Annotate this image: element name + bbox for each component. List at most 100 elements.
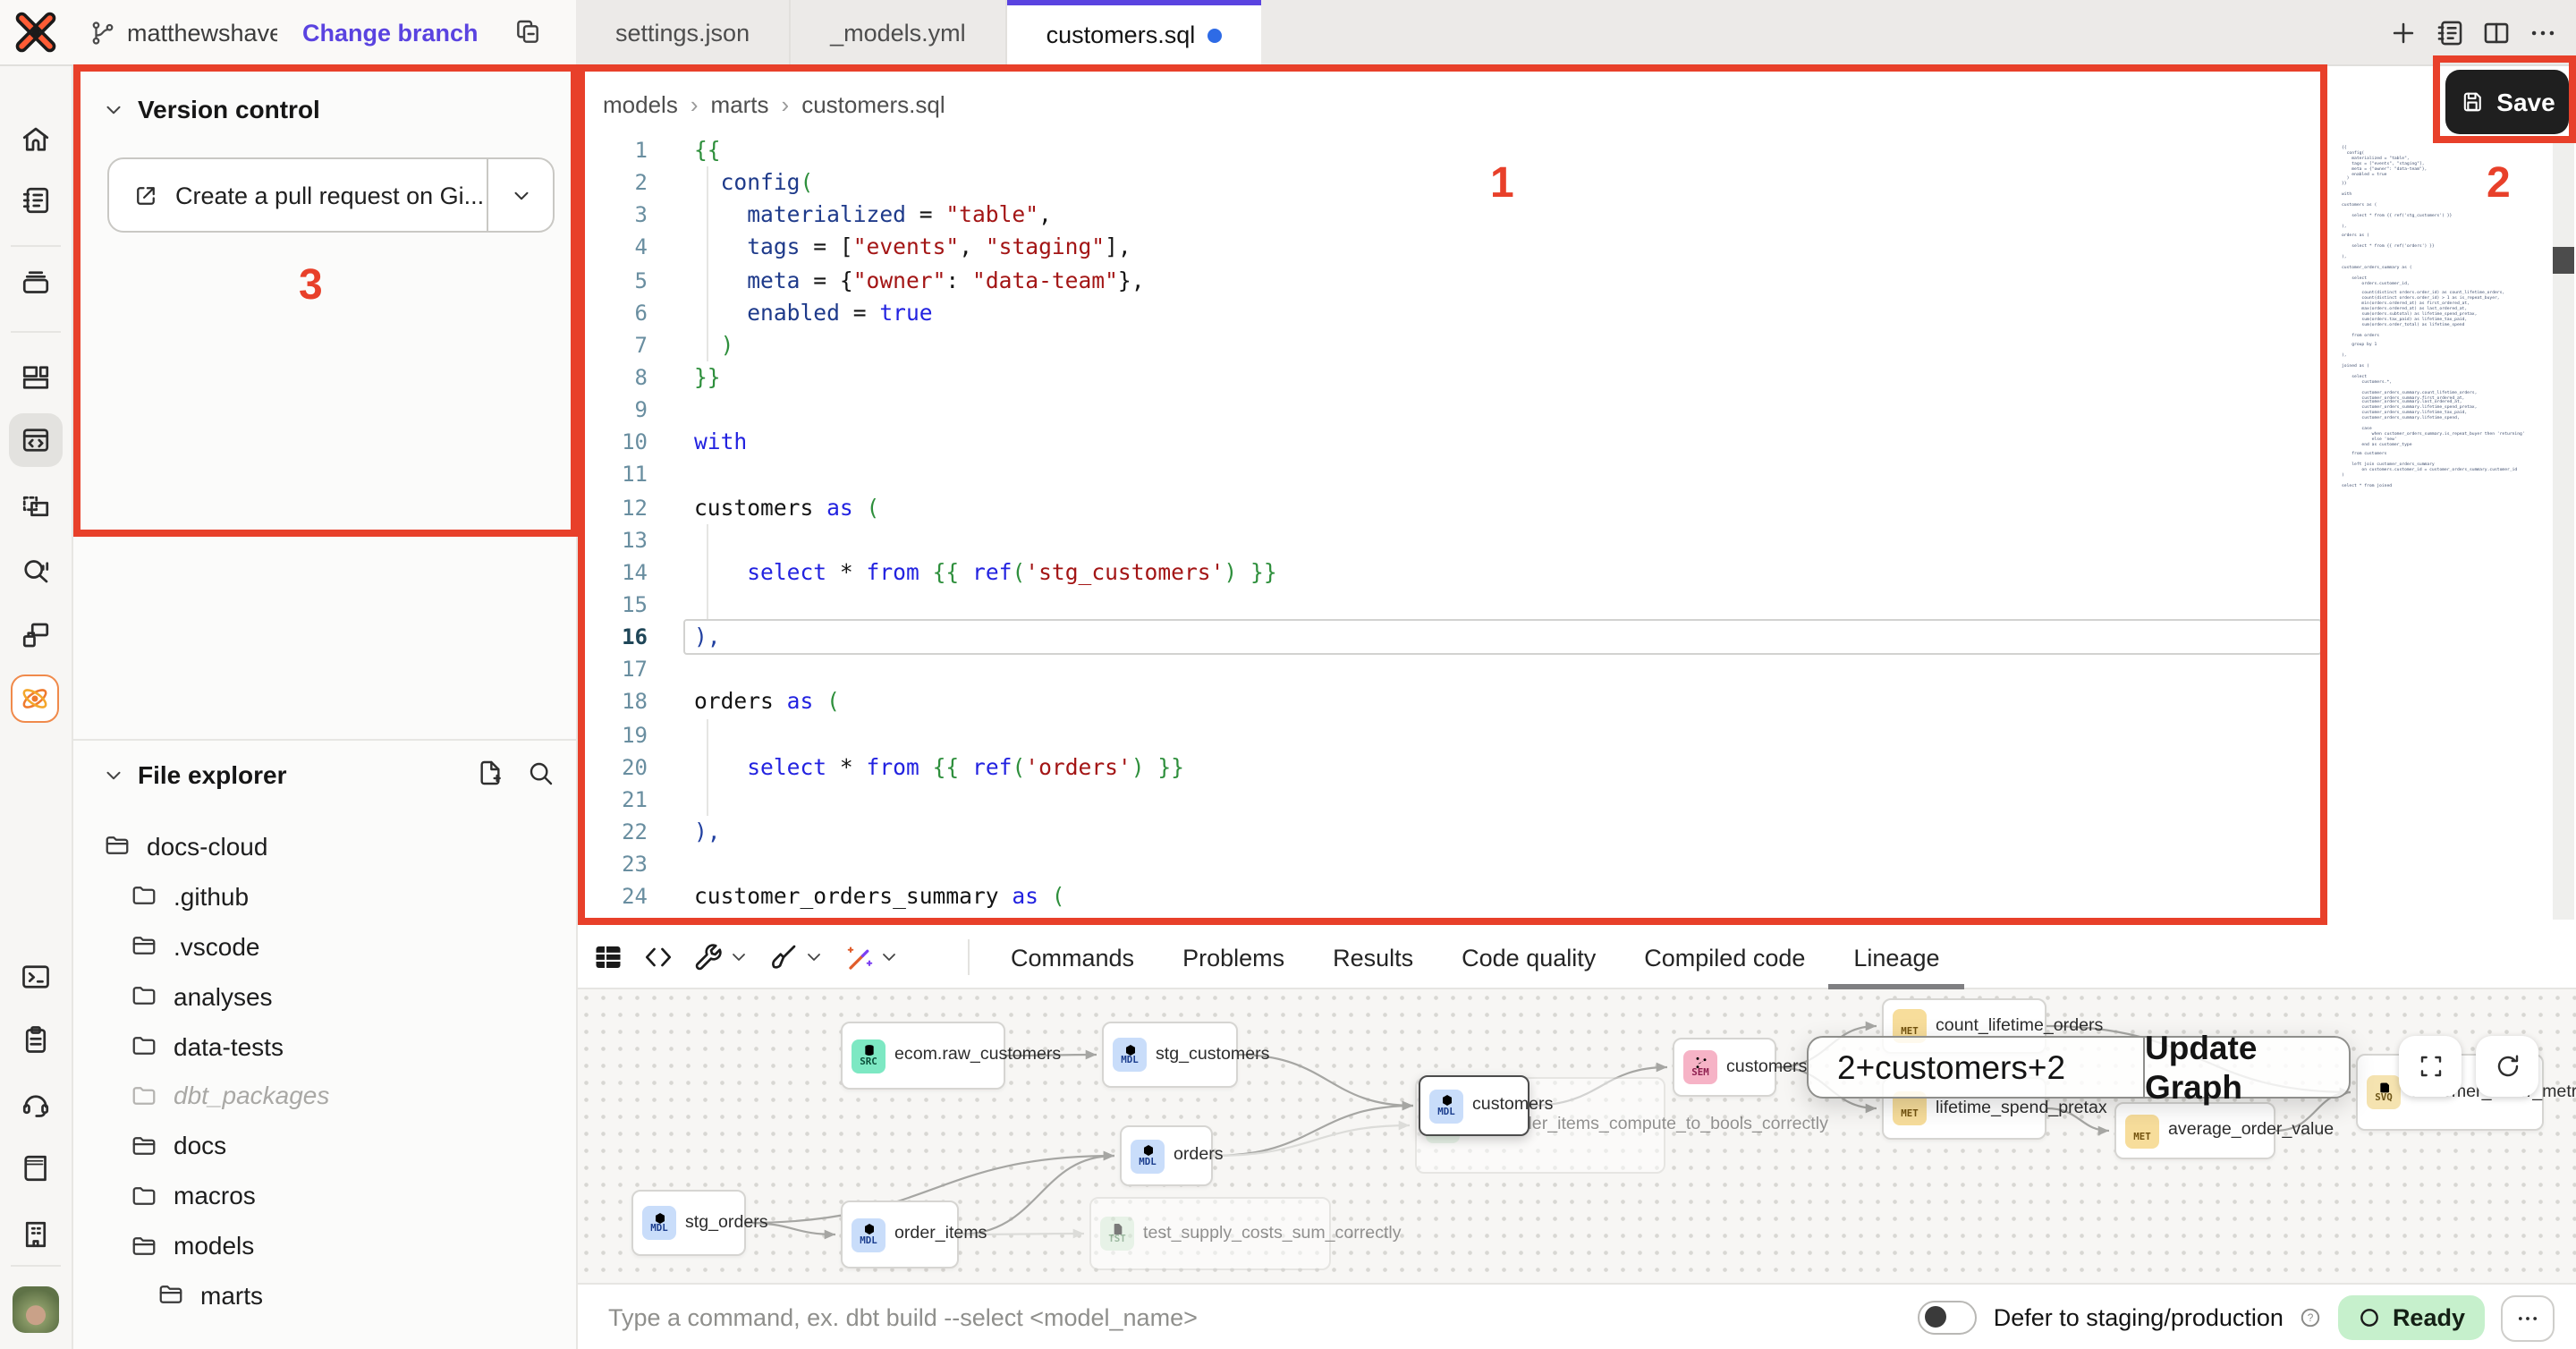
user-avatar[interactable] <box>13 1286 59 1333</box>
dbt-copilot-button[interactable] <box>11 674 59 723</box>
file-item-.github[interactable]: .github <box>72 871 578 921</box>
copilot-tool[interactable] <box>843 941 900 973</box>
code-line-3[interactable]: 3 materialized = "table", <box>601 199 2318 232</box>
file-item-marts[interactable]: marts <box>72 1270 578 1320</box>
more-icon[interactable] <box>2528 17 2558 47</box>
new-tab-icon[interactable] <box>2388 17 2419 47</box>
lineage-canvas[interactable]: SRCecom.raw_customers MDLstg_customers MDL… <box>578 989 2576 1283</box>
lineage-node-ecom.raw_customers[interactable]: SRCecom.raw_customers <box>841 1022 1005 1090</box>
lineage-node-customers[interactable]: SEMcustomers <box>1673 1038 1776 1097</box>
status-badge[interactable]: Ready <box>2339 1295 2485 1340</box>
lineage-node-stg_customers[interactable]: MDLstg_customers <box>1102 1022 1238 1088</box>
preview-table-icon[interactable] <box>592 941 624 973</box>
organization-icon[interactable] <box>20 1218 52 1251</box>
clipboard-icon[interactable] <box>20 1023 52 1056</box>
broom-icon[interactable] <box>767 941 800 973</box>
stack-icon[interactable] <box>20 267 52 299</box>
code-line-22[interactable]: 22), <box>601 816 2318 848</box>
code-line-4[interactable]: 4 tags = ["events", "staging"], <box>601 232 2318 264</box>
tab--models-yml[interactable]: _models.yml <box>791 0 1007 64</box>
chevron-down-icon[interactable] <box>728 946 750 968</box>
breadcrumb-item[interactable]: models <box>603 91 678 118</box>
file-item-dbt_packages[interactable]: dbt_packages <box>72 1071 578 1121</box>
file-explorer-header[interactable]: File explorer <box>102 760 287 789</box>
magic-wand-icon[interactable] <box>843 941 875 973</box>
minimap[interactable]: {{ config( materialized = "table", tags … <box>2342 147 2481 490</box>
file-item-analyses[interactable]: analyses <box>72 971 578 1021</box>
more-options-button[interactable] <box>2501 1294 2555 1341</box>
windows-icon[interactable] <box>20 619 52 651</box>
terminal-icon[interactable] <box>20 961 52 993</box>
code-icon[interactable] <box>642 941 674 973</box>
editor-scrollbar[interactable] <box>2553 141 2574 920</box>
panel-tab-results[interactable]: Results <box>1333 925 1413 989</box>
code-line-11[interactable]: 11 <box>601 459 2318 491</box>
code-line-9[interactable]: 9 <box>601 394 2318 426</box>
tab-settings-json[interactable]: settings.json <box>576 0 791 64</box>
editor-scrollbar-thumb[interactable] <box>2553 247 2574 274</box>
notebook-icon[interactable] <box>20 184 52 216</box>
command-input[interactable]: Type a command, ex. dbt build --select <… <box>608 1285 1198 1349</box>
chevron-down-icon[interactable] <box>102 98 125 121</box>
refresh-graph-button[interactable] <box>2476 1036 2538 1097</box>
panel-tab-problems[interactable]: Problems <box>1182 925 1284 989</box>
support-icon[interactable] <box>20 1088 52 1120</box>
version-control-header[interactable]: Version control <box>102 95 320 123</box>
code-line-1[interactable]: 1{{ <box>601 134 2318 166</box>
code-editor-icon[interactable] <box>20 424 52 456</box>
split-view-icon[interactable] <box>2481 17 2512 47</box>
panel-tab-lineage[interactable]: Lineage <box>1853 925 1939 989</box>
home-icon[interactable] <box>20 123 52 156</box>
code-line-8[interactable]: 8}} <box>601 361 2318 394</box>
chevron-down-icon[interactable] <box>102 763 125 786</box>
help-icon[interactable]: ? <box>2300 1306 2323 1329</box>
panel-tab-code-quality[interactable]: Code quality <box>1462 925 1596 989</box>
pull-request-dropdown-button[interactable] <box>487 159 553 231</box>
chevron-down-icon[interactable] <box>878 946 900 968</box>
file-item-docs[interactable]: docs <box>72 1121 578 1171</box>
code-line-15[interactable]: 15 <box>601 589 2318 621</box>
lineage-node-test_supply_costs_sum_correctly[interactable]: TSTtest_supply_costs_sum_correctly <box>1089 1197 1331 1270</box>
save-button[interactable]: Save <box>2445 70 2569 134</box>
file-item-macros[interactable]: macros <box>72 1170 578 1220</box>
code-line-6[interactable]: 6 enabled = true <box>601 296 2318 328</box>
code-line-17[interactable]: 17 <box>601 654 2318 686</box>
panel-tab-commands[interactable]: Commands <box>1011 925 1134 989</box>
new-file-icon[interactable] <box>476 759 504 787</box>
file-item-data-tests[interactable]: data-tests <box>72 1021 578 1071</box>
chevron-down-icon[interactable] <box>803 946 825 968</box>
dashboard-icon[interactable] <box>20 361 52 394</box>
code-line-18[interactable]: 18orders as ( <box>601 686 2318 718</box>
dbt-logo-icon[interactable] <box>14 11 57 54</box>
copy-branch-icon[interactable] <box>514 18 543 47</box>
breadcrumb-item[interactable]: marts <box>711 91 769 118</box>
query-analysis-icon[interactable] <box>20 555 52 587</box>
fullscreen-button[interactable] <box>2399 1036 2462 1097</box>
tab-customers-sql[interactable]: customers.sql <box>1007 0 1262 64</box>
code-line-16[interactable]: 16), <box>601 621 2318 653</box>
lineage-selector-input[interactable]: 2+customers+2 <box>1809 1038 2143 1097</box>
file-item-models[interactable]: models <box>72 1220 578 1270</box>
code-line-13[interactable]: 13 <box>601 523 2318 556</box>
create-pull-request-button[interactable]: Create a pull request on Gi... <box>107 157 555 233</box>
code-line-19[interactable]: 19 <box>601 718 2318 751</box>
lineage-node-average_order_value[interactable]: METaverage_order_value <box>2114 1102 2275 1159</box>
code-line-21[interactable]: 21 <box>601 784 2318 816</box>
search-icon[interactable] <box>526 759 555 787</box>
code-line-23[interactable]: 23 <box>601 848 2318 880</box>
canvas-icon[interactable] <box>20 490 52 522</box>
code-line-5[interactable]: 5 meta = {"owner": "data-team"}, <box>601 264 2318 296</box>
panel-tab-compiled-code[interactable]: Compiled code <box>1644 925 1805 989</box>
file-item-.vscode[interactable]: .vscode <box>72 921 578 971</box>
lineage-node-stg_orders[interactable]: MDLstg_orders <box>631 1190 746 1256</box>
docs-icon[interactable] <box>20 1152 52 1184</box>
lineage-node-order_items[interactable]: MDLorder_items <box>841 1201 959 1268</box>
code-line-14[interactable]: 14 select * from {{ ref('stg_customers')… <box>601 556 2318 589</box>
code-line-2[interactable]: 2 config( <box>601 166 2318 199</box>
wrench-icon[interactable] <box>692 941 724 973</box>
change-branch-link[interactable]: Change branch <box>302 19 479 46</box>
breadcrumb-item[interactable]: customers.sql <box>801 91 945 118</box>
code-line-24[interactable]: 24customer_orders_summary as ( <box>601 880 2318 912</box>
code-line-12[interactable]: 12customers as ( <box>601 491 2318 523</box>
format-tool[interactable] <box>767 941 825 973</box>
